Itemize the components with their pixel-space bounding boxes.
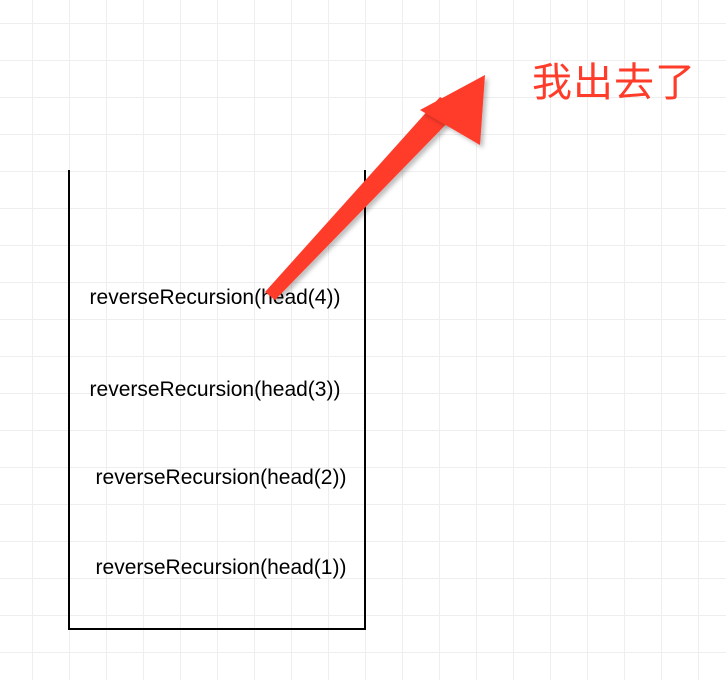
stack-container: reverseRecursion(head(4)) reverseRecursi…: [68, 170, 366, 630]
stack-item: reverseRecursion(head(3)): [68, 378, 362, 402]
stack-item: reverseRecursion(head(1)): [74, 556, 368, 580]
annotation-label: 我出去了: [532, 50, 696, 108]
stack-item: reverseRecursion(head(2)): [74, 466, 368, 490]
stack-item: reverseRecursion(head(4)): [68, 286, 362, 310]
